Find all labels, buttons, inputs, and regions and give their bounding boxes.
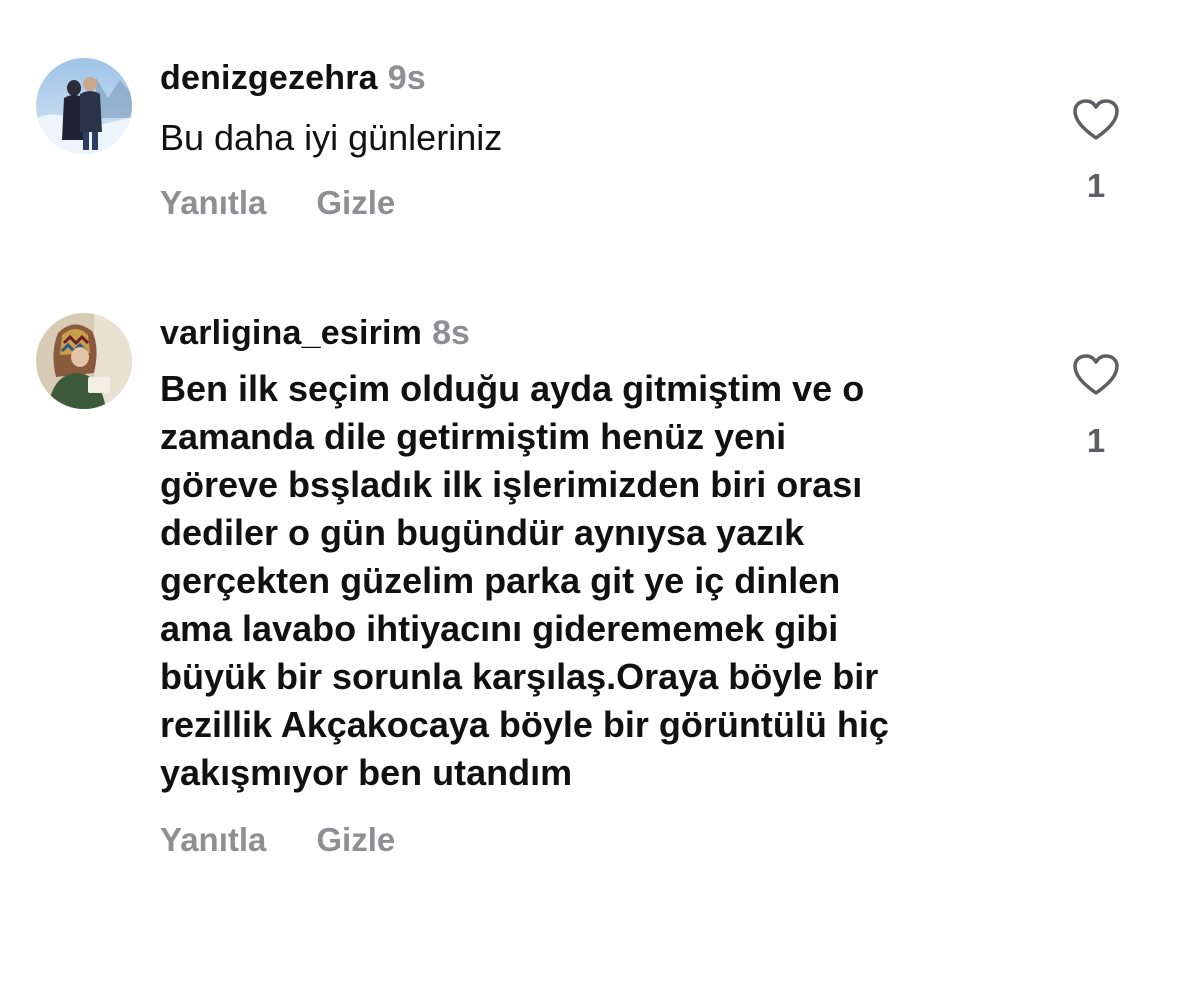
comment-text-line: rezillik Akçakocaya böyle bir görüntülü …: [160, 704, 889, 745]
comment-header: denizgezehra 9s: [160, 58, 1040, 98]
timestamp: 9s: [387, 59, 426, 97]
comment-text-line: Ben ilk seçim olduğu ayda gitmiştim ve o: [160, 368, 865, 409]
hide-button[interactable]: Gizle: [316, 821, 395, 859]
reply-button[interactable]: Yanıtla: [160, 821, 266, 859]
comment-text-line: ama lavabo ihtiyacını giderememek gibi: [160, 608, 839, 649]
avatar[interactable]: [36, 58, 132, 154]
comment-content: varligina_esirim 8s Ben ilk seçim olduğu …: [160, 313, 1040, 858]
like-count: 1: [1086, 167, 1106, 204]
comment-text: Ben ilk seçim olduğu ayda gitmiştim ve o…: [160, 365, 1040, 797]
comment-text-line: yakışmıyor ben utandım: [160, 752, 573, 793]
heart-outline-icon[interactable]: [1072, 98, 1120, 142]
hide-button[interactable]: Gizle: [316, 184, 395, 222]
like-count: 1: [1086, 422, 1106, 459]
reply-button[interactable]: Yanıtla: [160, 184, 266, 222]
comment-actions: Yanıtla Gizle: [160, 184, 395, 222]
comment-text-line: dediler o gün bugündür aynıysa yazık: [160, 512, 805, 553]
comment-text-line: zamanda dile getirmiştim henüz yeni: [160, 416, 787, 457]
like-control: 1: [1068, 98, 1124, 206]
heart-outline-icon[interactable]: [1072, 353, 1120, 397]
avatar[interactable]: [36, 313, 132, 409]
comment-text-line: göreve bsşladık ilk işlerimizden biri or…: [160, 464, 863, 505]
username[interactable]: denizgezehra: [160, 59, 378, 97]
comment-text: Bu daha iyi günleriniz: [160, 117, 503, 158]
comment-content: denizgezehra 9s Bu daha iyi günleriniz Ya…: [160, 58, 1040, 221]
timestamp: 8s: [432, 314, 470, 352]
comment-text-line: büyük bir sorunla karşılaş.Oraya böyle b…: [160, 656, 879, 697]
comment-header: varligina_esirim 8s: [160, 313, 1040, 353]
profile-photo: [36, 58, 132, 154]
comment-text-line: gerçekten güzelim parka git ye iç dinlen: [160, 560, 841, 601]
username[interactable]: varligina_esirim: [160, 314, 422, 352]
like-control: 1: [1068, 353, 1124, 461]
comment-actions: Yanıtla Gizle: [160, 821, 395, 859]
profile-photo: [36, 313, 132, 409]
